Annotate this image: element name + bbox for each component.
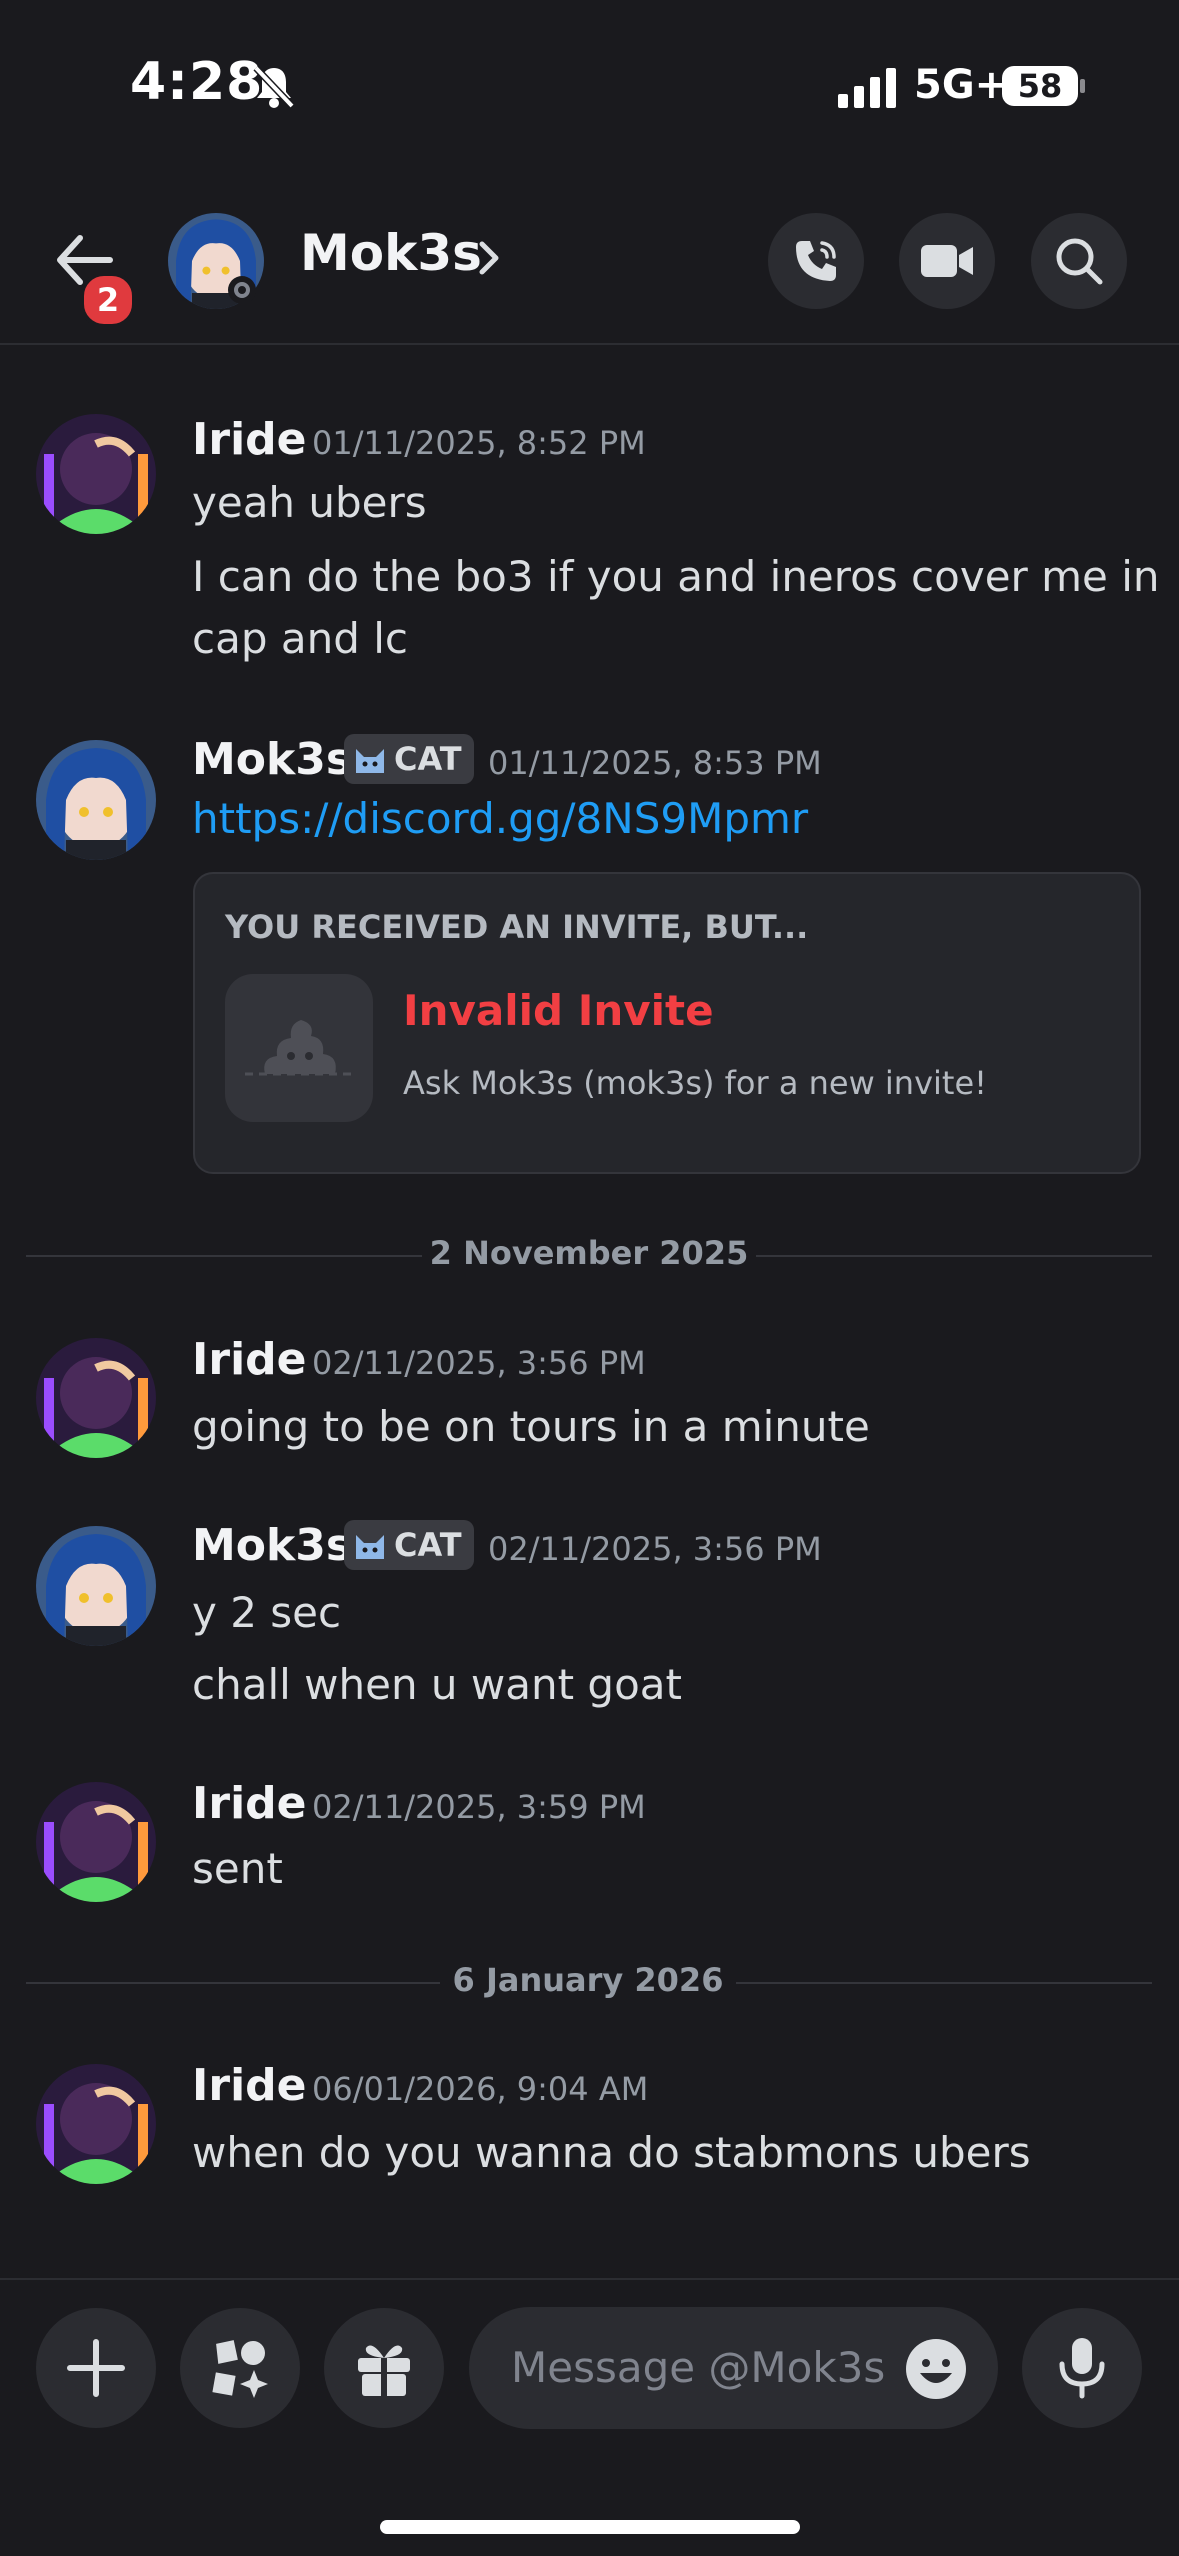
header-divider [0, 343, 1179, 345]
apps-button[interactable] [180, 2308, 300, 2428]
message-text: I can do the bo3 if you and ineros cover… [192, 552, 1160, 601]
search-button[interactable] [1031, 213, 1127, 309]
invite-subtext: Ask Mok3s (mok3s) for a new invite! [403, 1064, 987, 1102]
gift-icon [358, 2345, 410, 2396]
message-timestamp: 02/11/2025, 3:59 PM [312, 1788, 646, 1826]
clan-tag-label: CAT [394, 1526, 462, 1564]
message-timestamp: 02/11/2025, 3:56 PM [488, 1530, 822, 1568]
date-divider: 2 November 2025 [429, 1234, 749, 1272]
search-icon [1056, 238, 1103, 285]
message-timestamp: 06/01/2026, 9:04 AM [312, 2070, 649, 2108]
message-text: when do you wanna do stabmons ubers [192, 2128, 1031, 2177]
status-offline-indicator [228, 276, 256, 304]
clan-tag[interactable]: CAT [344, 1520, 474, 1570]
composer-divider [0, 2278, 1179, 2280]
message-text: y 2 sec [192, 1588, 342, 1637]
message-text: chall when u want goat [192, 1660, 682, 1709]
chevron-right-icon[interactable] [474, 240, 504, 276]
invalid-invite-heading: Invalid Invite [403, 986, 714, 1035]
home-indicator[interactable] [380, 2520, 800, 2534]
message-timestamp: 01/11/2025, 8:53 PM [488, 744, 822, 782]
message-username[interactable]: Mok3s [192, 734, 352, 785]
video-call-button[interactable] [899, 213, 995, 309]
clan-tag[interactable]: CAT [344, 734, 474, 784]
signal-icon [838, 68, 896, 108]
message-text: cap and lc [192, 614, 408, 663]
message-text: going to be on tours in a minute [192, 1402, 870, 1451]
bell-muted-icon [253, 65, 295, 109]
message-text: yeah ubers [192, 478, 427, 527]
unread-badge: 2 [80, 272, 136, 328]
apps-sparkle-icon [212, 2340, 268, 2398]
gift-button[interactable] [324, 2308, 444, 2428]
cat-icon [356, 749, 384, 773]
voice-call-button[interactable] [768, 213, 864, 309]
network-type: 5G+ [914, 62, 1009, 108]
avatar[interactable] [36, 414, 156, 534]
message-timestamp: 02/11/2025, 3:56 PM [312, 1344, 646, 1382]
message-username[interactable]: Iride [192, 2060, 307, 2111]
message-username[interactable]: Mok3s [192, 1520, 352, 1571]
cat-icon [356, 1535, 384, 1559]
phone-icon [796, 241, 836, 281]
avatar[interactable] [36, 2064, 156, 2184]
date-divider-line [736, 1982, 1152, 1984]
message-input-placeholder: Message @Mok3s [511, 2343, 886, 2392]
battery-icon: 58 [1002, 66, 1086, 106]
invite-link[interactable]: https://discord.gg/8NS9Mpmr [192, 794, 808, 843]
battery-level: 58 [1017, 67, 1063, 105]
poop-icon [225, 974, 373, 1122]
avatar[interactable] [36, 740, 156, 860]
message-timestamp: 01/11/2025, 8:52 PM [312, 424, 646, 462]
date-divider: 6 January 2026 [452, 1961, 724, 1999]
emoji-icon[interactable] [904, 2337, 968, 2401]
embed-title: YOU RECEIVED AN INVITE, BUT... [225, 908, 809, 946]
voice-message-button[interactable] [1022, 2308, 1142, 2428]
attach-button[interactable] [36, 2308, 156, 2428]
avatar[interactable] [36, 1782, 156, 1902]
header-username[interactable]: Mok3s [300, 224, 482, 282]
message-username[interactable]: Iride [192, 414, 307, 465]
message-username[interactable]: Iride [192, 1778, 307, 1829]
clan-tag-label: CAT [394, 740, 462, 778]
date-divider-line [26, 1982, 440, 1984]
microphone-icon [1059, 2338, 1105, 2399]
status-time: 4:28 [130, 52, 264, 112]
plus-icon [67, 2339, 125, 2397]
message-input[interactable]: Message @Mok3s [469, 2307, 998, 2429]
message-text: sent [192, 1844, 283, 1893]
avatar[interactable] [36, 1526, 156, 1646]
date-divider-line [26, 1255, 422, 1257]
message-username[interactable]: Iride [192, 1334, 307, 1385]
date-divider-line [756, 1255, 1152, 1257]
avatar[interactable] [36, 1338, 156, 1458]
invite-embed[interactable]: YOU RECEIVED AN INVITE, BUT... Invalid I… [193, 872, 1141, 1174]
video-camera-icon [921, 245, 973, 277]
